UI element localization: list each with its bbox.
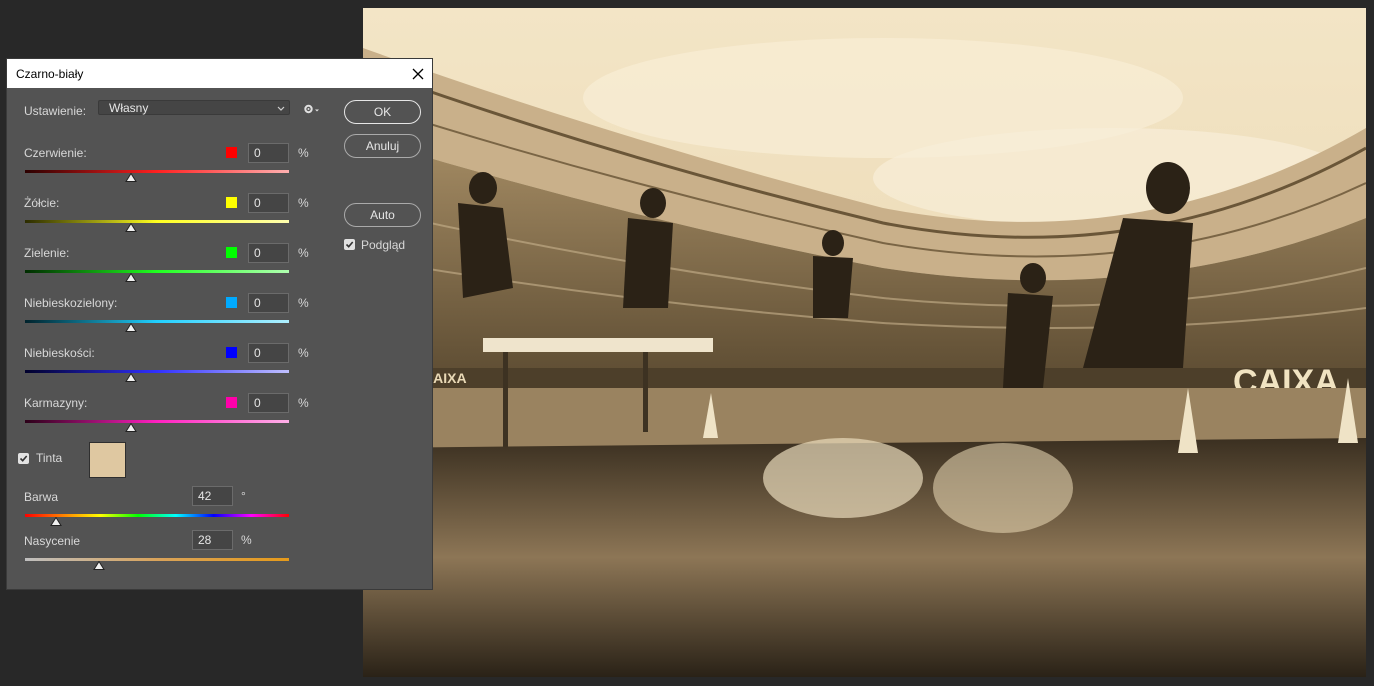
channel-label: Żółcie: <box>24 196 60 210</box>
channel-unit: % <box>298 146 309 160</box>
checkmark-icon <box>19 455 28 462</box>
channel-value-input[interactable]: 0 <box>248 143 289 163</box>
black-white-dialog: Czarno-biały Ustawienie: Własny OK Anulu… <box>7 59 432 589</box>
dialog-titlebar[interactable]: Czarno-biały <box>7 59 432 88</box>
preview-label: Podgląd <box>361 238 406 252</box>
document-image: CAIXA CAIXA <box>363 8 1366 677</box>
channel-slider-track[interactable] <box>25 420 289 423</box>
channel-value-input[interactable]: 0 <box>248 293 289 313</box>
auto-button[interactable]: Auto <box>344 203 421 227</box>
channel-color-swatch <box>226 397 237 408</box>
channel-slider-track[interactable] <box>25 270 289 273</box>
channel-color-swatch <box>226 347 237 358</box>
channel-label: Niebieskozielony: <box>24 296 118 310</box>
channel-slider-track[interactable] <box>25 320 289 323</box>
preset-label: Ustawienie: <box>24 104 87 118</box>
channel-color-swatch <box>226 147 237 158</box>
cancel-button[interactable]: Anuluj <box>344 134 421 158</box>
saturation-unit: % <box>241 533 252 547</box>
channel-label: Czerwienie: <box>24 146 87 160</box>
tint-checkbox[interactable] <box>18 453 29 464</box>
channel-value-input[interactable]: 0 <box>248 243 289 263</box>
saturation-input[interactable]: 28 <box>192 530 233 550</box>
dialog-title: Czarno-biały <box>16 67 84 81</box>
channel-label: Niebieskości: <box>24 346 95 360</box>
channel-value-input[interactable]: 0 <box>248 193 289 213</box>
channel-unit: % <box>298 346 309 360</box>
hue-input[interactable]: 42 <box>192 486 233 506</box>
hue-label: Barwa <box>24 490 59 504</box>
preset-value: Własny <box>109 101 149 115</box>
channel-color-swatch <box>226 197 237 208</box>
tint-color-swatch[interactable] <box>89 442 126 478</box>
close-icon[interactable] <box>403 59 432 88</box>
preview-checkbox[interactable] <box>344 239 355 250</box>
checkmark-icon <box>345 241 354 248</box>
channel-color-swatch <box>226 297 237 308</box>
channel-value-input[interactable]: 0 <box>248 343 289 363</box>
channel-unit: % <box>298 296 309 310</box>
channel-slider-track[interactable] <box>25 170 289 173</box>
tint-label: Tinta <box>36 451 63 465</box>
channel-value-input[interactable]: 0 <box>248 393 289 413</box>
channel-unit: % <box>298 396 309 410</box>
channel-color-swatch <box>226 247 237 258</box>
preset-select[interactable]: Własny <box>98 100 290 115</box>
channel-unit: % <box>298 196 309 210</box>
channel-slider-track[interactable] <box>25 220 289 223</box>
channel-unit: % <box>298 246 309 260</box>
channel-label: Zielenie: <box>24 246 70 260</box>
channel-label: Karmazyny: <box>24 396 88 410</box>
ok-button[interactable]: OK <box>344 100 421 124</box>
saturation-slider-track[interactable] <box>25 558 289 561</box>
channel-slider-track[interactable] <box>25 370 289 373</box>
hue-slider-track[interactable] <box>25 514 289 517</box>
gear-icon[interactable] <box>303 103 319 118</box>
saturation-label: Nasycenie <box>24 534 81 548</box>
hue-unit: ° <box>241 489 246 503</box>
steeplechase-photo: CAIXA CAIXA <box>363 8 1366 677</box>
chevron-down-icon <box>277 101 285 120</box>
